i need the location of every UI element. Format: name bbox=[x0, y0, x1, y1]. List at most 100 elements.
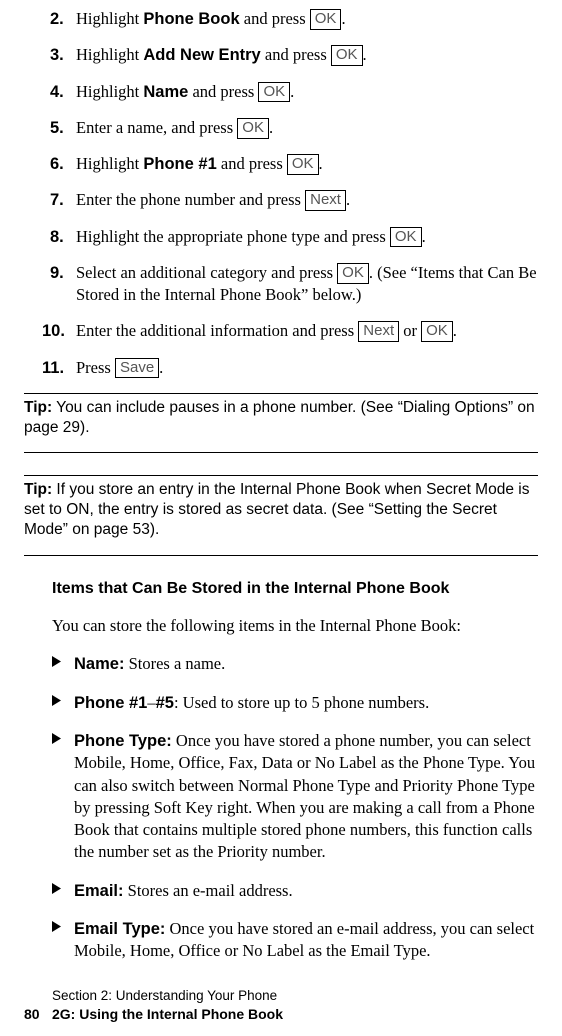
bullet-dash: – bbox=[147, 693, 155, 712]
triangle-icon bbox=[52, 695, 61, 706]
step-text-pre: Highlight the appropriate phone type and… bbox=[76, 227, 390, 246]
step-text-post: and press bbox=[188, 82, 258, 101]
bullet-list: Name: Stores a name. Phone #1–#5: Used t… bbox=[52, 653, 538, 962]
step-tail: . bbox=[422, 227, 426, 246]
step-4: 4. Highlight Name and press OK. bbox=[52, 81, 538, 103]
bullet-text: Stores a name. bbox=[124, 654, 225, 673]
step-text-pre: Enter the phone number and press bbox=[76, 190, 305, 209]
bullet-name: Name: Stores a name. bbox=[52, 653, 538, 675]
ok-key: OK bbox=[331, 45, 363, 66]
page-footer: Section 2: Understanding Your Phone 802G… bbox=[24, 987, 283, 1024]
step-tail: . bbox=[319, 154, 323, 173]
next-key: Next bbox=[358, 321, 399, 342]
numbered-steps: 2. Highlight Phone Book and press OK. 3.… bbox=[52, 8, 538, 379]
bullet-text: Once you have stored a phone number, you… bbox=[74, 731, 535, 861]
footer-section-text: Section 2: Understanding Your Phone bbox=[52, 988, 277, 1003]
step-5: 5. Enter a name, and press OK. bbox=[52, 117, 538, 139]
bullet-label: Phone #1 bbox=[74, 694, 147, 712]
ok-key: OK bbox=[237, 118, 269, 139]
footer-chapter: 2G: Using the Internal Phone Book bbox=[52, 1006, 283, 1022]
step-tail: . bbox=[290, 82, 294, 101]
step-number: 4. bbox=[50, 81, 64, 103]
bullet-email-type: Email Type: Once you have stored an e-ma… bbox=[52, 918, 538, 963]
bullet-phone-numbers: Phone #1–#5: Used to store up to 5 phone… bbox=[52, 692, 538, 714]
step-tail: . bbox=[269, 118, 273, 137]
bullet-label: Email: bbox=[74, 882, 124, 900]
bullet-label: Phone Type: bbox=[74, 732, 172, 750]
step-8: 8. Highlight the appropriate phone type … bbox=[52, 226, 538, 248]
step-tail: . bbox=[341, 9, 345, 28]
step-tail: . bbox=[363, 45, 367, 64]
step-tail: . bbox=[346, 190, 350, 209]
bullet-text: Stores an e-mail address. bbox=[124, 881, 293, 900]
step-number: 6. bbox=[50, 153, 64, 175]
triangle-icon bbox=[52, 883, 61, 894]
bullet-phone-type: Phone Type: Once you have stored a phone… bbox=[52, 730, 538, 864]
step-tail: . bbox=[159, 358, 163, 377]
step-tail: . bbox=[453, 321, 457, 340]
tip-text: You can include pauses in a phone number… bbox=[24, 399, 535, 436]
tip-label: Tip: bbox=[24, 481, 52, 498]
ok-key: OK bbox=[337, 263, 369, 284]
step-bold: Add New Entry bbox=[143, 46, 260, 64]
step-number: 8. bbox=[50, 226, 64, 248]
step-number: 10. bbox=[42, 320, 65, 342]
step-6: 6. Highlight Phone #1 and press OK. bbox=[52, 153, 538, 175]
bullet-text: : Used to store up to 5 phone numbers. bbox=[174, 693, 429, 712]
bullet-label: #5 bbox=[156, 694, 174, 712]
divider bbox=[24, 393, 538, 394]
triangle-icon bbox=[52, 656, 61, 667]
tip-text: If you store an entry in the Internal Ph… bbox=[24, 481, 529, 538]
section-heading: Items that Can Be Stored in the Internal… bbox=[52, 578, 538, 600]
step-text-pre: Highlight bbox=[76, 154, 143, 173]
tip-label: Tip: bbox=[24, 399, 52, 416]
next-key: Next bbox=[305, 190, 346, 211]
bullet-label: Email Type: bbox=[74, 920, 165, 938]
step-number: 3. bbox=[50, 44, 64, 66]
step-number: 2. bbox=[50, 8, 64, 30]
divider bbox=[24, 452, 538, 453]
tip-1: Tip: You can include pauses in a phone n… bbox=[24, 398, 538, 438]
step-bold: Phone #1 bbox=[143, 155, 216, 173]
step-2: 2. Highlight Phone Book and press OK. bbox=[52, 8, 538, 30]
intro-text: You can store the following items in the… bbox=[52, 615, 538, 637]
footer-title: 802G: Using the Internal Phone Book bbox=[24, 1005, 283, 1024]
bullet-email: Email: Stores an e-mail address. bbox=[52, 880, 538, 902]
step-number: 9. bbox=[50, 262, 64, 284]
ok-key: OK bbox=[287, 154, 319, 175]
step-text-pre: Select an additional category and press bbox=[76, 263, 337, 282]
step-text-pre: Highlight bbox=[76, 45, 143, 64]
step-mid: or bbox=[399, 321, 421, 340]
step-bold: Name bbox=[143, 83, 188, 101]
step-text-pre: Highlight bbox=[76, 82, 143, 101]
step-3: 3. Highlight Add New Entry and press OK. bbox=[52, 44, 538, 66]
step-number: 5. bbox=[50, 117, 64, 139]
step-text-pre: Press bbox=[76, 358, 115, 377]
triangle-icon bbox=[52, 733, 61, 744]
triangle-icon bbox=[52, 921, 61, 932]
step-number: 11. bbox=[42, 357, 64, 379]
step-text-pre: Enter the additional information and pre… bbox=[76, 321, 358, 340]
page-number: 80 bbox=[24, 1005, 52, 1024]
ok-key: OK bbox=[310, 9, 342, 30]
bullet-label: Name: bbox=[74, 655, 124, 673]
step-text-post: and press bbox=[261, 45, 331, 64]
ok-key: OK bbox=[258, 82, 290, 103]
save-key: Save bbox=[115, 358, 159, 379]
ok-key: OK bbox=[421, 321, 453, 342]
step-bold: Phone Book bbox=[143, 10, 239, 28]
divider bbox=[24, 475, 538, 476]
divider bbox=[24, 555, 538, 556]
step-7: 7. Enter the phone number and press Next… bbox=[52, 189, 538, 211]
step-11: 11. Press Save. bbox=[52, 357, 538, 379]
tip-2: Tip: If you store an entry in the Intern… bbox=[24, 480, 538, 540]
step-text-post: and press bbox=[240, 9, 310, 28]
step-10: 10. Enter the additional information and… bbox=[52, 320, 538, 342]
step-number: 7. bbox=[50, 189, 64, 211]
footer-section: Section 2: Understanding Your Phone bbox=[24, 987, 283, 1005]
step-text-pre: Highlight bbox=[76, 9, 143, 28]
ok-key: OK bbox=[390, 227, 422, 248]
step-text-post: and press bbox=[217, 154, 287, 173]
step-text-pre: Enter a name, and press bbox=[76, 118, 237, 137]
step-9: 9. Select an additional category and pre… bbox=[52, 262, 538, 307]
